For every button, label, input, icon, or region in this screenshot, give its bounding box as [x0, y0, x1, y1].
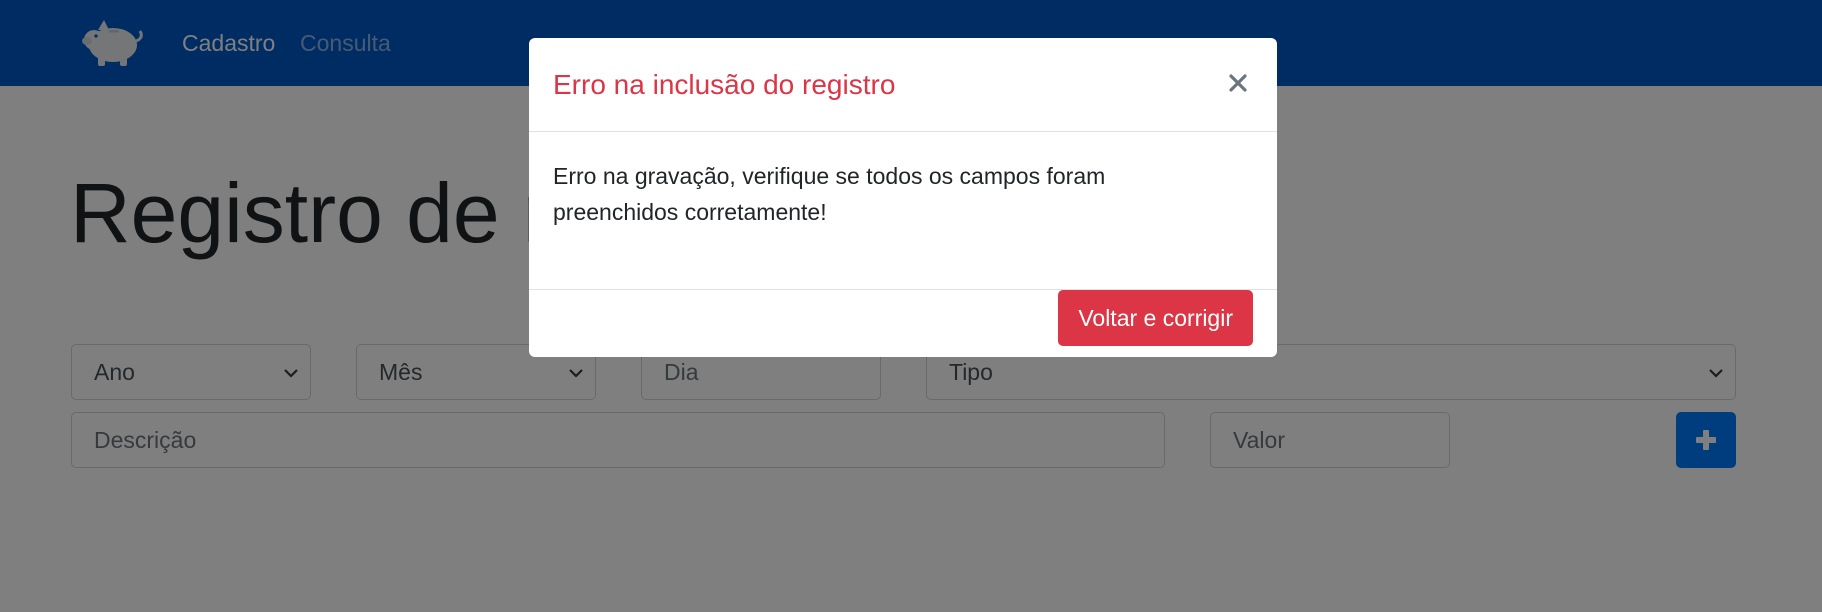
modal-title: Erro na inclusão do registro [553, 69, 896, 100]
modal-header: Erro na inclusão do registro [529, 38, 1277, 132]
modal-footer: Voltar e corrigir [529, 290, 1277, 357]
modal-body: Erro na gravação, verifique se todos os … [529, 132, 1277, 290]
voltar-e-corrigir-button[interactable]: Voltar e corrigir [1058, 290, 1253, 346]
modal-close-button[interactable] [1223, 68, 1253, 98]
close-icon [1229, 74, 1247, 92]
modal-message: Erro na gravação, verifique se todos os … [553, 163, 1106, 225]
page: Cadastro Consulta Registro de n Ano Mês … [0, 0, 1822, 612]
error-modal: Erro na inclusão do registro Erro na gra… [529, 38, 1277, 357]
